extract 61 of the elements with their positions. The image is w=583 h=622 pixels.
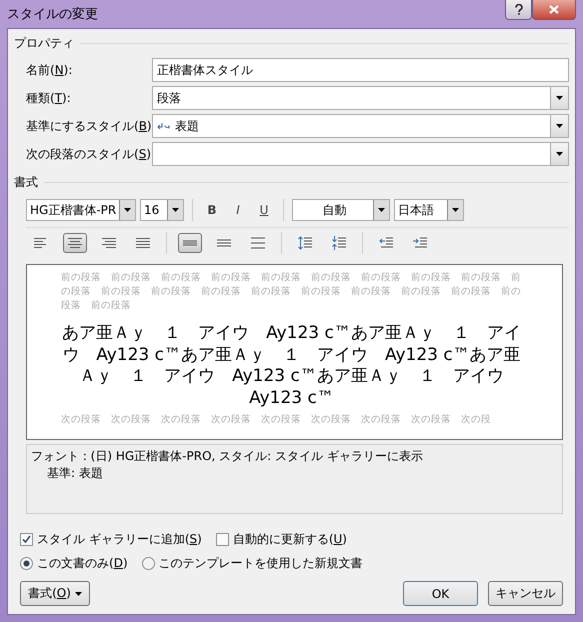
spacing-increase-icon xyxy=(298,236,312,250)
previous-paragraph-text: 前の段落 前の段落 前の段落 前の段落 前の段落 前の段落 前の段落 前の段落 前の段落 前の段落 前の段落 前の段落 前の段落 前の段落 前の段落 前の段落 前の段落 前の段落 前の段落 前の段落 xyxy=(61,271,522,313)
dropdown-arrow-icon xyxy=(172,208,179,212)
description-text: フォント : (日) HG正楷書体-PRO, スタイル: スタイル ギャラリーに表示 xyxy=(31,448,424,465)
field-value: 正楷書体スタイル xyxy=(157,62,254,78)
radio-label: この文書のみ(D) xyxy=(37,554,128,572)
color-value: 自動 xyxy=(322,202,346,218)
language-value: 日本語 xyxy=(398,202,434,218)
font-value: HG正楷書体-PR xyxy=(30,202,116,218)
format-menu-button[interactable]: 書式(O) xyxy=(20,581,90,606)
field-label: 種類(T): xyxy=(26,90,72,106)
size-dropdown[interactable]: 16 xyxy=(140,199,184,221)
underline-button[interactable]: U xyxy=(253,199,275,221)
spacing-decrease-icon xyxy=(332,236,346,250)
ok-button[interactable]: OK xyxy=(403,581,478,606)
color-dropdown[interactable]: 自動 xyxy=(292,199,390,221)
checkbox-label: スタイル ギャラリーに追加(S) xyxy=(37,530,202,548)
paragraph-button[interactable] xyxy=(63,233,87,253)
dropdown-arrow-icon xyxy=(452,208,459,212)
field-label: 名前(N): xyxy=(26,62,74,78)
close-button[interactable] xyxy=(532,0,576,20)
indent-decrease-icon xyxy=(379,236,393,250)
paragraph-button[interactable] xyxy=(178,233,202,253)
dropdown-arrow-icon xyxy=(124,208,131,212)
size-value: 16 xyxy=(144,203,160,217)
sample-text: あア亜Ａｙ １ アイウ Ay123 c™あア亜Ａｙ １ アイウ Ay123 c™あア亜Ａｙ １ アイウ Ay123 c™あア亜Ａｙ １ アイウ Ay123 c™あア亜Ａｙ １ アイウ Ay123 c™ xyxy=(61,323,522,409)
section-heading: プロパティ xyxy=(14,35,74,52)
language-dropdown[interactable]: 日本語 xyxy=(394,199,464,221)
next-paragraph-text: 次の段落 次の段落 次の段落 次の段落 次の段落 次の段落 次の段落 次の段落 次の段 xyxy=(61,413,492,427)
field-value: 表題 xyxy=(175,118,200,134)
style-dropdown[interactable]: 段落 xyxy=(152,86,569,110)
double-spacing-icon xyxy=(251,236,265,250)
indent-increase-icon xyxy=(413,236,427,250)
dropdown-arrow-icon xyxy=(556,124,563,128)
dropdown-arrow-icon xyxy=(556,96,563,100)
dropdown-arrow-icon xyxy=(378,208,385,212)
window-title: スタイルの変更 xyxy=(7,6,98,23)
dropdown-arrow-icon xyxy=(74,592,82,596)
name-field[interactable]: 正楷書体スタイル xyxy=(152,58,569,82)
cancel-button[interactable]: キャンセル xyxy=(488,581,563,606)
checkbox-label: 自動的に更新する(U) xyxy=(232,530,347,548)
align-justify-icon xyxy=(136,236,150,250)
align-left-icon xyxy=(34,236,48,250)
bold-button[interactable]: B xyxy=(201,199,223,221)
style-dropdown[interactable]: 表題 xyxy=(152,114,569,138)
italic-button[interactable]: I xyxy=(227,199,249,221)
help-icon xyxy=(514,4,522,15)
checkbox[interactable] xyxy=(20,532,33,546)
help-button[interactable] xyxy=(505,0,532,20)
radio-label: このテンプレートを使用した新規文書 xyxy=(158,554,363,572)
section-heading: 書式 xyxy=(14,174,38,191)
field-value: 段落 xyxy=(157,90,182,106)
dropdown-arrow-icon xyxy=(556,152,563,156)
radio-button[interactable] xyxy=(142,556,155,570)
close-icon xyxy=(549,5,559,14)
checkbox[interactable] xyxy=(216,532,229,546)
font-dropdown[interactable]: HG正楷書体-PR xyxy=(26,199,136,221)
align-center-icon xyxy=(68,236,82,250)
radio-button[interactable] xyxy=(20,556,33,570)
description-text: 基準: 表題 xyxy=(46,465,104,482)
align-right-icon xyxy=(102,236,116,250)
